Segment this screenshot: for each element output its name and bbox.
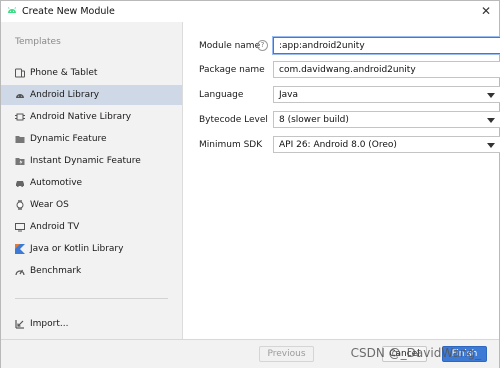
bytecode-level-label: Bytecode Level [199,115,268,125]
module-name-label: Module name [199,41,261,51]
module-name-row: Module name ? :app:android2unity [199,37,500,55]
sidebar-item-phone-tablet[interactable]: Phone & Tablet [1,63,182,83]
sidebar-item-android-native-library[interactable]: Android Native Library [1,107,182,127]
sidebar-item-label: Wear OS [30,200,69,210]
sidebar-item-label: Import... [30,319,69,329]
sidebar-divider [15,298,168,299]
sidebar-item-label: Android TV [30,222,80,232]
bytecode-level-value: 8 (slower build) [279,115,349,125]
minimum-sdk-label: Minimum SDK [199,140,263,150]
sidebar-item-android-library[interactable]: Android Library [1,85,182,105]
language-row: Language Java [199,86,500,104]
module-name-input[interactable]: :app:android2unity [273,37,500,54]
previous-button[interactable]: Previous [259,346,314,362]
language-label: Language [199,90,244,100]
package-name-row: Package name com.davidwang.android2unity [199,61,500,79]
sidebar-item-label: Instant Dynamic Feature [30,156,141,166]
native-library-icon [15,113,25,121]
android-library-icon [16,94,24,98]
android-tv-icon [15,223,25,232]
sidebar-item-dynamic-feature[interactable]: Dynamic Feature [1,129,182,149]
phone-tablet-icon [15,68,25,78]
bytecode-level-row: Bytecode Level 8 (slower build) [199,111,500,129]
close-icon[interactable]: ✕ [481,4,491,18]
chevron-down-icon [487,93,495,98]
chevron-down-icon [487,118,495,123]
android-icon [8,7,16,13]
sidebar-item-android-tv[interactable]: Android TV [1,217,182,237]
module-form: Module name ? :app:android2unity Package… [183,22,500,339]
kotlin-icon [15,244,25,254]
module-name-value: :app:android2unity [279,41,365,51]
minimum-sdk-select[interactable]: API 26: Android 8.0 (Oreo) [273,136,500,153]
import-icon [15,320,24,329]
sidebar-item-label: Android Native Library [30,112,132,122]
sidebar-item-import[interactable]: Import... [1,314,182,334]
csdn-watermark: CSDN @_DavidWang_ [350,346,481,360]
sidebar-item-benchmark[interactable]: Benchmark [1,261,182,281]
wear-os-icon [16,200,24,210]
sidebar-item-instant-dynamic-feature[interactable]: Instant Dynamic Feature [1,151,182,171]
language-value: Java [279,90,299,100]
chevron-down-icon [487,143,495,148]
sidebar-item-label: Benchmark [30,266,82,276]
templates-heading: Templates [15,37,61,47]
title-bar: Create New Module ✕ [1,1,499,22]
dynamic-feature-icon [15,136,25,143]
sidebar-item-label: Android Library [30,90,100,100]
minimum-sdk-row: Minimum SDK API 26: Android 8.0 (Oreo) [199,136,500,154]
sidebar-item-java-kotlin-library[interactable]: Java or Kotlin Library [1,239,182,259]
window-title: Create New Module [22,6,115,17]
benchmark-icon [15,269,25,276]
sidebar-item-wear-os[interactable]: Wear OS [1,195,182,215]
automotive-icon [16,181,24,187]
package-name-input[interactable]: com.davidwang.android2unity [273,61,500,78]
package-name-label: Package name [199,65,265,75]
sidebar-item-automotive[interactable]: Automotive [1,173,182,193]
minimum-sdk-value: API 26: Android 8.0 (Oreo) [279,140,397,150]
instant-dynamic-feature-icon [15,158,25,165]
dialog-footer: Previous Cancel Finish CSDN @_DavidWang_ [1,339,499,368]
package-name-value: com.davidwang.android2unity [279,65,416,75]
sidebar-item-label: Automotive [30,178,83,188]
create-new-module-dialog: Create New Module ✕ Templates Phone & Ta… [0,0,500,368]
bytecode-level-select[interactable]: 8 (slower build) [273,111,500,128]
sidebar-item-label: Phone & Tablet [30,68,98,78]
templates-sidebar: Templates Phone & Tablet Android Library [1,22,183,339]
sidebar-item-label: Java or Kotlin Library [30,244,124,254]
sidebar-item-label: Dynamic Feature [30,134,107,144]
language-select[interactable]: Java [273,86,500,103]
help-icon[interactable]: ? [257,40,268,51]
